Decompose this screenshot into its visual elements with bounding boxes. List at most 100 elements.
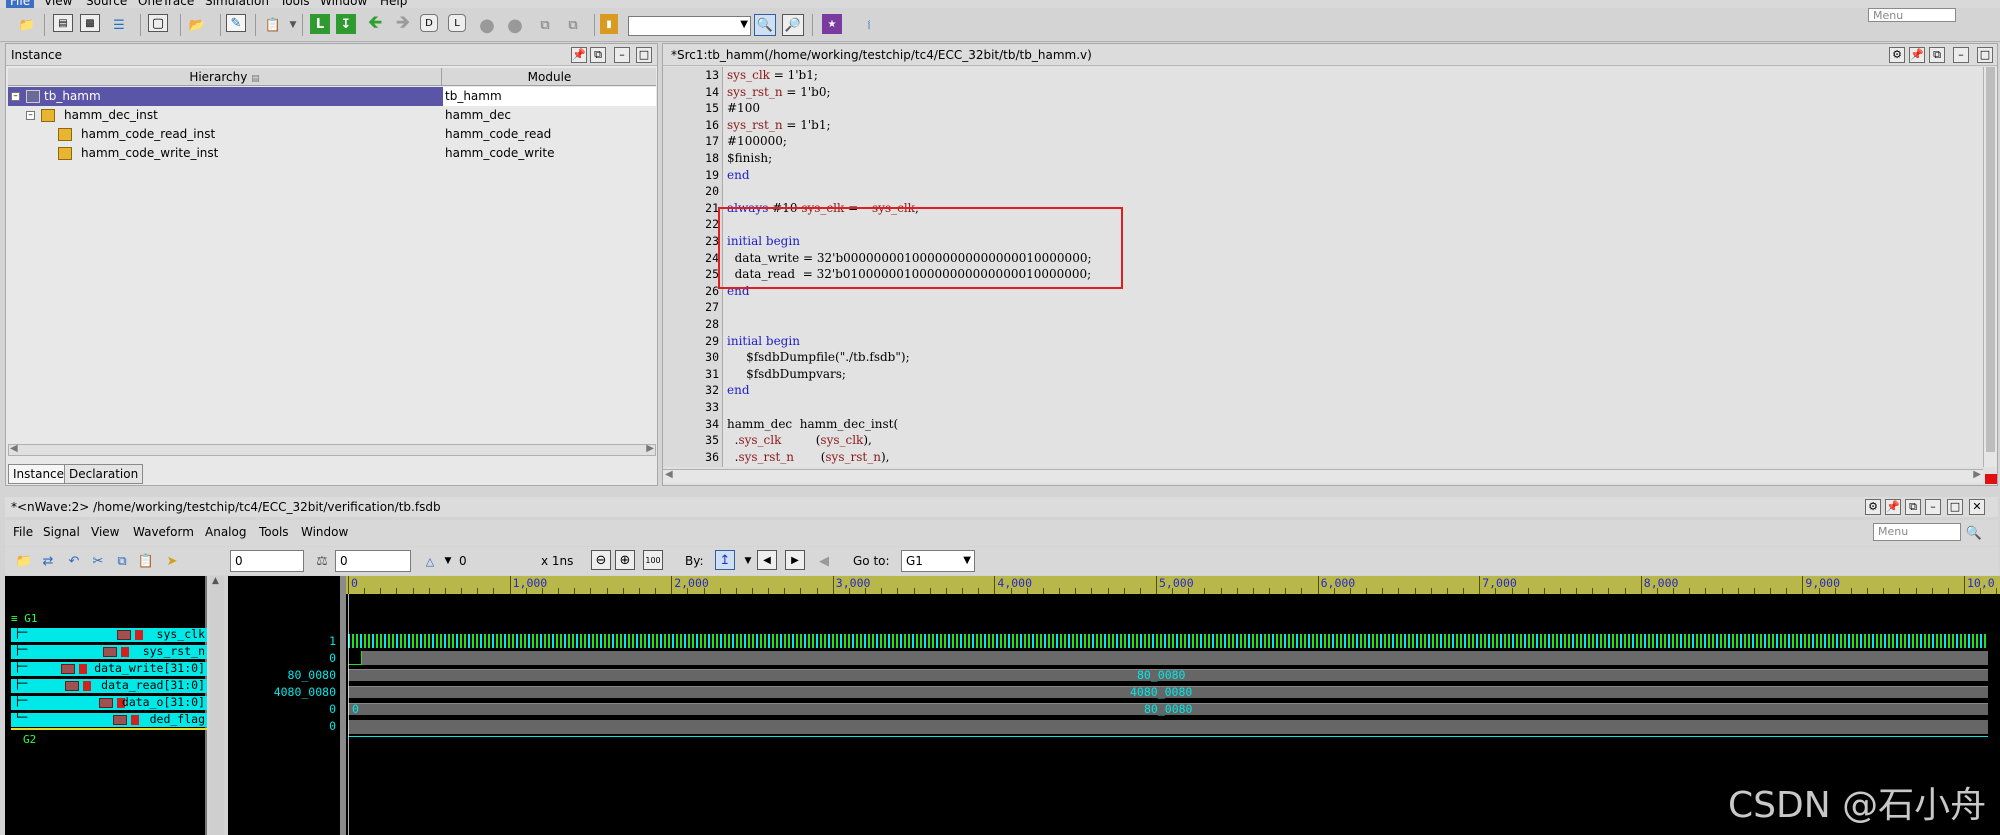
signal-row[interactable]: ├─ data_write[31:0] bbox=[11, 660, 207, 677]
value-pane[interactable]: 1 0 80_0080 4080_0080 0 0 bbox=[228, 576, 340, 835]
code-line[interactable]: #100 bbox=[723, 100, 760, 117]
collapse-icon[interactable]: – bbox=[26, 111, 35, 120]
hierarchy-tree-icon[interactable]: ☰ bbox=[108, 14, 130, 36]
scroll-left-icon[interactable]: ◀ bbox=[10, 443, 18, 454]
reload-icon[interactable]: ⇄ bbox=[37, 550, 59, 572]
driver-icon[interactable]: D bbox=[420, 14, 438, 32]
goto-select[interactable]: G1 ▼ bbox=[901, 550, 975, 572]
signal-row[interactable]: └─ ded_flag bbox=[11, 711, 207, 728]
marker-icon[interactable]: ⚖ bbox=[311, 550, 333, 572]
scroll-up-icon[interactable]: ▲ bbox=[212, 576, 219, 586]
copy-icon[interactable]: ⧉ bbox=[111, 550, 133, 572]
time-ruler[interactable]: 0 1,000 2,000 3,000 4,000 5,000 6,000 7,000 8,00… bbox=[346, 576, 2000, 594]
menu-help[interactable]: Help bbox=[380, 0, 407, 8]
signal-row[interactable]: ├─ data_read[31:0] bbox=[11, 677, 207, 694]
signal-list-scrollbar[interactable]: ▲ bbox=[210, 576, 224, 835]
minimize-icon[interactable]: – bbox=[1925, 499, 1941, 515]
paste-icon[interactable]: 📋 bbox=[262, 14, 284, 36]
chevron-down-icon[interactable]: ▼ bbox=[963, 551, 971, 571]
top-menu-search[interactable]: Menu bbox=[1868, 8, 1956, 22]
maximize-icon[interactable]: □ bbox=[636, 47, 652, 63]
menu-source[interactable]: Source bbox=[86, 0, 127, 8]
zoom-fit-icon[interactable]: 100 bbox=[643, 550, 663, 570]
code-line[interactable]: sys_rst_n = 1'b1; bbox=[723, 117, 831, 134]
nw-menu-file[interactable]: File bbox=[13, 525, 33, 539]
find-next-icon[interactable]: 🔎 bbox=[782, 14, 804, 36]
pin-icon[interactable]: 📌 bbox=[1909, 47, 1925, 63]
source-vscrollbar[interactable] bbox=[1983, 67, 1997, 467]
copy-window-icon[interactable]: ⧉ bbox=[534, 14, 556, 36]
schematic-icon[interactable]: ▤ bbox=[53, 14, 73, 32]
scroll-thumb[interactable] bbox=[1986, 67, 1995, 452]
down-circle-icon[interactable]: ● bbox=[504, 14, 526, 36]
tree-row[interactable]: – tb_hamm tb_hamm bbox=[8, 87, 656, 106]
tab-declaration[interactable]: Declaration bbox=[64, 464, 144, 484]
chevron-down-icon[interactable]: ▼ bbox=[740, 19, 748, 30]
load-icon[interactable]: L bbox=[448, 14, 466, 32]
wave-launch-icon[interactable]: ⧙ bbox=[858, 14, 880, 36]
paste-window-icon[interactable]: ⧉ bbox=[562, 14, 584, 36]
nw-menu-view[interactable]: View bbox=[91, 525, 119, 539]
code-line[interactable]: $fsdbDumpvars; bbox=[723, 366, 846, 383]
menu-tools[interactable]: Tools bbox=[280, 0, 310, 8]
menu-file[interactable]: File bbox=[6, 0, 35, 8]
maximize-icon[interactable]: □ bbox=[1947, 499, 1963, 515]
chevron-down-icon[interactable]: ▼ bbox=[737, 550, 759, 572]
search-icon[interactable]: 🔍 bbox=[1963, 522, 1985, 544]
code-line[interactable]: initial begin bbox=[723, 333, 800, 350]
nw-menu-analog[interactable]: Analog bbox=[205, 525, 246, 539]
tree-row[interactable]: hamm_code_write_inst hamm_code_write bbox=[8, 144, 656, 163]
pin-icon[interactable]: 📌 bbox=[571, 47, 587, 63]
back-icon[interactable]: ◀ bbox=[813, 550, 835, 572]
code-line[interactable]: end bbox=[723, 167, 750, 184]
nwave-menu-search[interactable]: Menu bbox=[1873, 523, 1961, 541]
signal-row[interactable]: ├─ sys_clk bbox=[11, 626, 207, 643]
verdi-icon[interactable]: ★ bbox=[822, 14, 842, 34]
code-line[interactable]: .sys_clk (sys_clk), bbox=[723, 432, 872, 449]
undock-icon[interactable]: ⧉ bbox=[590, 47, 606, 63]
undock-icon[interactable]: ⧉ bbox=[1929, 47, 1945, 63]
settings-icon[interactable]: ⚙ bbox=[1889, 47, 1905, 63]
collapse-icon[interactable]: – bbox=[11, 92, 20, 101]
code-line[interactable]: #100000; bbox=[723, 133, 787, 150]
time-cursor[interactable] bbox=[348, 594, 349, 835]
bookmark-icon[interactable]: ▮ bbox=[600, 14, 618, 34]
settings-icon[interactable]: ⚙ bbox=[1865, 499, 1881, 515]
source-code-view[interactable]: 13 14 15 16 17 18 19 20 21 22 23 24 25 26 27 28 29 30 31 32… bbox=[663, 67, 1983, 467]
signal-row[interactable]: ├─ sys_rst_n bbox=[11, 643, 207, 660]
arrow-left-icon[interactable]: 🡸 bbox=[364, 12, 386, 36]
undock-icon[interactable]: ⧉ bbox=[1905, 499, 1921, 515]
find-prev-icon[interactable]: 🔍 bbox=[754, 14, 776, 36]
chevron-down-icon[interactable]: ▼ bbox=[437, 550, 459, 572]
edit-icon[interactable]: ✎ bbox=[226, 14, 246, 32]
nw-menu-window[interactable]: Window bbox=[301, 525, 348, 539]
minimize-icon[interactable]: – bbox=[1953, 47, 1969, 63]
open-folder-icon[interactable]: 📁 bbox=[16, 14, 38, 36]
column-menu-icon[interactable]: ▤ bbox=[251, 74, 260, 84]
scroll-right-icon[interactable]: ▶ bbox=[646, 443, 654, 454]
nw-menu-waveform[interactable]: Waveform bbox=[133, 525, 194, 539]
chevron-down-icon[interactable]: ▼ bbox=[282, 14, 304, 36]
tab-instance[interactable]: Instance bbox=[8, 464, 70, 484]
instance-hscrollbar[interactable]: ◀ ▶ bbox=[8, 443, 656, 456]
step-back-icon[interactable]: L bbox=[310, 14, 330, 34]
menu-onetrace[interactable]: OneTrace bbox=[138, 0, 194, 8]
search-prev-icon[interactable]: ◀ bbox=[757, 550, 777, 570]
zoom-out-icon[interactable]: ⊖ bbox=[591, 550, 611, 570]
up-circle-icon[interactable]: ● bbox=[476, 14, 498, 36]
arrow-right-icon[interactable]: 🡺 bbox=[392, 12, 414, 36]
col-hierarchy[interactable]: Hierarchy ▤ bbox=[8, 68, 442, 86]
group-label[interactable]: G2 bbox=[23, 733, 36, 746]
folder-icon[interactable]: 📂 bbox=[186, 14, 208, 36]
toolbar-search-combo[interactable]: ▼ bbox=[628, 16, 751, 36]
code-line[interactable]: $finish; bbox=[723, 150, 772, 167]
cursor-time-input[interactable]: 0 bbox=[230, 550, 304, 572]
cut-icon[interactable]: ✂ bbox=[87, 550, 109, 572]
menu-view[interactable]: View bbox=[44, 0, 72, 8]
code-line[interactable]: .sys_rst_n (sys_rst_n), bbox=[723, 449, 890, 466]
tree-row[interactable]: – hamm_dec_inst hamm_dec bbox=[8, 106, 656, 125]
tree-row[interactable]: hamm_code_read_inst hamm_code_read bbox=[8, 125, 656, 144]
code-line[interactable]: $fsdbDumpfile("./tb.fsdb"); bbox=[723, 349, 910, 366]
search-next-icon[interactable]: ▶ bbox=[785, 550, 805, 570]
group-label[interactable]: ≡ G1 bbox=[11, 612, 38, 625]
